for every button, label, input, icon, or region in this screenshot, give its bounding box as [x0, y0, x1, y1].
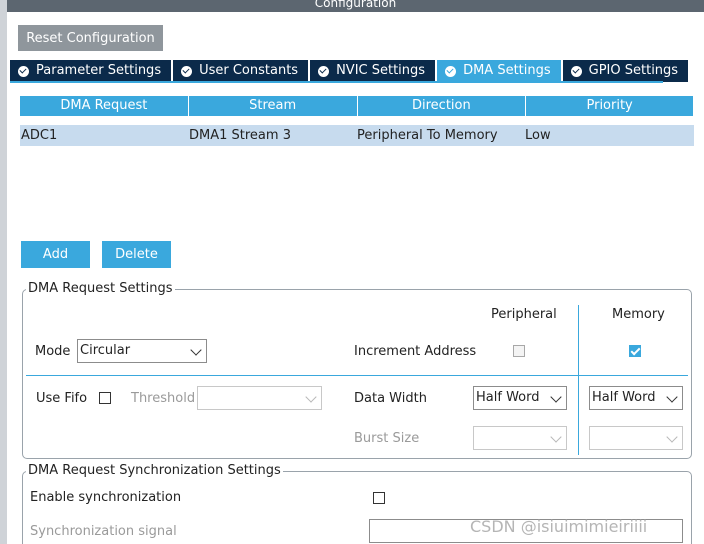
- watermark: CSDN @іѕіuіmіmіeіrіііі: [470, 517, 648, 536]
- increment-peripheral-checkbox[interactable]: [513, 345, 525, 357]
- use-fifo-label: Use Fifo: [36, 391, 88, 406]
- increment-address-label: Increment Address: [354, 344, 477, 359]
- column-header-priority[interactable]: Priority: [526, 96, 693, 116]
- table-header: DMA Request Stream Direction Priority: [20, 96, 694, 116]
- table-row[interactable]: ADC1 DMA1 Stream 3 Peripheral To Memory …: [20, 125, 694, 146]
- column-header-dma-request[interactable]: DMA Request: [20, 96, 188, 116]
- check-circle-icon: [570, 65, 582, 77]
- chevron-down-icon: [550, 391, 562, 403]
- tab-nvic-settings[interactable]: NVIC Settings: [310, 60, 436, 82]
- tab-label: Parameter Settings: [36, 63, 162, 78]
- cell-stream: DMA1 Stream 3: [189, 128, 291, 143]
- chevron-down-icon: [190, 344, 202, 356]
- data-width-label: Data Width: [354, 391, 427, 406]
- enable-sync-checkbox[interactable]: [373, 492, 385, 504]
- tab-user-constants[interactable]: User Constants: [173, 60, 309, 82]
- chevron-down-icon: [666, 391, 678, 403]
- tab-label: NVIC Settings: [336, 63, 426, 78]
- settings-tabs: Parameter Settings User Constants NVIC S…: [10, 60, 690, 82]
- burst-size-label: Burst Size: [354, 431, 420, 446]
- cell-priority: Low: [525, 128, 551, 143]
- tab-label: User Constants: [199, 63, 299, 78]
- check-circle-icon: [18, 65, 29, 77]
- window-title: Configuration: [314, 0, 397, 10]
- enable-sync-label: Enable synchronization: [30, 490, 182, 505]
- tab-dma-settings[interactable]: DMA Settings: [437, 60, 561, 82]
- burst-peripheral-select[interactable]: [473, 426, 567, 450]
- use-fifo-checkbox[interactable]: [99, 392, 111, 404]
- dma-sync-settings-title: DMA Request Synchronization Settings: [26, 463, 283, 478]
- check-circle-icon: [445, 65, 457, 77]
- check-circle-icon: [181, 65, 193, 77]
- cell-direction: Peripheral To Memory: [357, 128, 498, 143]
- memory-header: Memory: [612, 307, 665, 322]
- tab-gpio-settings[interactable]: GPIO Settings: [562, 60, 689, 82]
- dma-request-table: DMA Request Stream Direction Priority AD…: [20, 96, 694, 146]
- sync-signal-label: Synchronization signal: [30, 524, 177, 539]
- tab-label: GPIO Settings: [588, 63, 679, 78]
- column-header-stream[interactable]: Stream: [188, 96, 357, 116]
- mode-select-value: Circular: [80, 343, 131, 358]
- check-circle-icon: [318, 65, 330, 77]
- data-width-peripheral-select[interactable]: Half Word: [473, 386, 567, 410]
- dma-request-settings-title: DMA Request Settings: [26, 281, 175, 296]
- add-button[interactable]: Add: [21, 241, 90, 268]
- tab-label: DMA Settings: [463, 63, 551, 78]
- mode-select[interactable]: Circular: [77, 339, 207, 363]
- column-divider: [578, 305, 579, 455]
- cell-dma-request: ADC1: [21, 128, 58, 143]
- chevron-down-icon: [305, 391, 317, 403]
- threshold-label: Threshold: [131, 391, 196, 406]
- window-title-bar: Configuration: [7, 0, 704, 12]
- increment-memory-checkbox[interactable]: [629, 345, 641, 357]
- row-divider: [26, 375, 688, 376]
- threshold-select[interactable]: [197, 386, 322, 410]
- data-width-peripheral-value: Half Word: [476, 390, 540, 405]
- left-panel-edge: [0, 0, 7, 544]
- mode-label: Mode: [35, 344, 71, 359]
- chevron-down-icon: [550, 431, 562, 443]
- tabs-underline: [10, 81, 663, 83]
- column-header-direction[interactable]: Direction: [357, 96, 526, 116]
- burst-memory-select[interactable]: [589, 426, 683, 450]
- data-width-memory-select[interactable]: Half Word: [589, 386, 683, 410]
- data-width-memory-value: Half Word: [592, 390, 656, 405]
- tab-parameter-settings[interactable]: Parameter Settings: [10, 60, 172, 82]
- peripheral-header: Peripheral: [491, 307, 557, 322]
- delete-button[interactable]: Delete: [102, 241, 171, 268]
- chevron-down-icon: [666, 431, 678, 443]
- reset-configuration-button[interactable]: Reset Configuration: [18, 25, 163, 51]
